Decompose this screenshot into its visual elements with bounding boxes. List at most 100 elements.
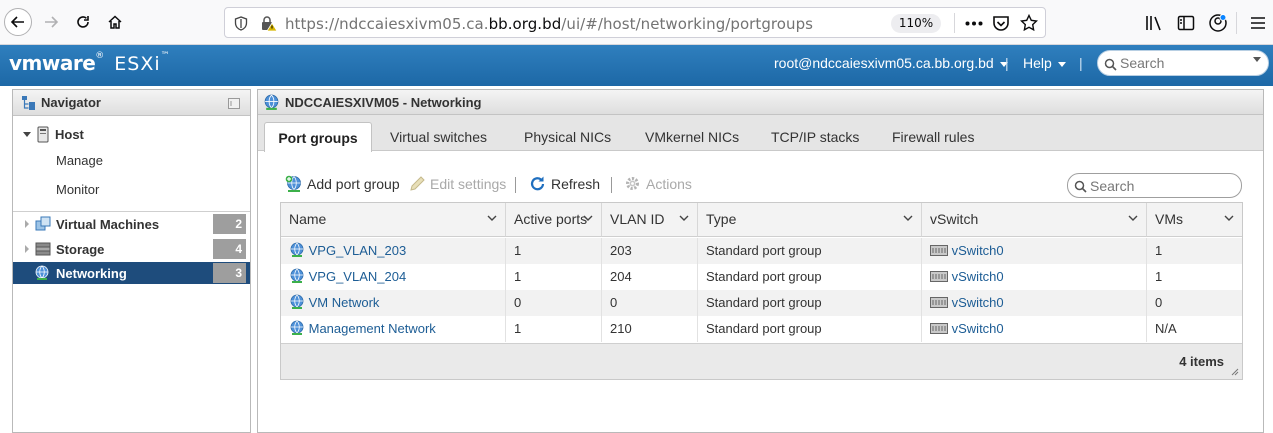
cell-name[interactable]: VPG_VLAN_204 bbox=[281, 264, 506, 290]
table-row[interactable]: VM Network 0 0 Standard port group vSwit… bbox=[281, 290, 1242, 316]
expand-caret-icon[interactable] bbox=[23, 132, 31, 137]
account-icon bbox=[1209, 14, 1227, 32]
table-row[interactable]: VPG_VLAN_204 1 204 Standard port group v… bbox=[281, 264, 1242, 290]
storage-icon bbox=[35, 242, 51, 256]
cell-vswitch[interactable]: vSwitch0 bbox=[922, 264, 1147, 290]
url-bar[interactable]: https://ndccaiesxivm05.ca.bb.org.bd/ui/#… bbox=[224, 7, 1046, 38]
chevron-down-icon bbox=[487, 215, 497, 221]
reload-icon bbox=[77, 16, 89, 28]
edit-settings-button[interactable]: Edit settings bbox=[409, 175, 506, 192]
nav-item-host[interactable]: Host bbox=[13, 123, 250, 145]
column-header-vswitch[interactable]: vSwitch bbox=[922, 203, 1147, 237]
column-header-name[interactable]: Name bbox=[281, 203, 506, 237]
vswitch-icon bbox=[930, 271, 948, 282]
port-group-link[interactable]: Management Network bbox=[309, 321, 436, 336]
column-header-type[interactable]: Type bbox=[698, 203, 922, 237]
cell-vswitch[interactable]: vSwitch0 bbox=[922, 238, 1147, 264]
home-button[interactable] bbox=[101, 8, 129, 36]
cell-vlan-id: 210 bbox=[602, 316, 698, 342]
vswitch-link[interactable]: vSwitch0 bbox=[952, 243, 1004, 258]
vswitch-link[interactable]: vSwitch0 bbox=[952, 295, 1004, 310]
refresh-button[interactable]: Refresh bbox=[529, 175, 600, 192]
port-group-link[interactable]: VM Network bbox=[309, 295, 380, 310]
cell-name[interactable]: Management Network bbox=[281, 316, 506, 342]
virtual-machine-icon bbox=[35, 216, 51, 231]
tab-physical-nics[interactable]: Physical NICs bbox=[524, 122, 611, 151]
nav-monitor-label: Monitor bbox=[56, 182, 100, 197]
back-button[interactable] bbox=[4, 8, 32, 36]
cell-vswitch[interactable]: vSwitch0 bbox=[922, 316, 1147, 342]
cell-vlan-id: 0 bbox=[602, 290, 698, 316]
resize-grip-icon[interactable] bbox=[1231, 368, 1239, 376]
search-icon bbox=[1074, 180, 1087, 193]
help-menu[interactable]: Help bbox=[1023, 55, 1066, 71]
vswitch-link[interactable]: vSwitch0 bbox=[952, 321, 1004, 336]
shield-icon bbox=[234, 16, 248, 31]
column-header-active-ports[interactable]: Active ports bbox=[506, 203, 602, 237]
actions-button[interactable]: Actions bbox=[624, 175, 692, 192]
table-row[interactable]: Management Network 1 210 Standard port g… bbox=[281, 316, 1242, 342]
table-footer: 4 items bbox=[281, 343, 1242, 379]
expand-caret-icon[interactable] bbox=[25, 245, 29, 253]
bookmark-star-icon[interactable] bbox=[1020, 14, 1038, 32]
table-row[interactable]: VPG_VLAN_203 1 203 Standard port group v… bbox=[281, 238, 1242, 264]
port-group-icon bbox=[290, 268, 304, 283]
tab-port-groups[interactable]: Port groups bbox=[264, 122, 372, 152]
tab-vmkernel-nics[interactable]: VMkernel NICs bbox=[645, 122, 739, 151]
reload-button[interactable] bbox=[69, 8, 97, 36]
nav-item-virtual-machines[interactable]: Virtual Machines 2 bbox=[13, 213, 250, 235]
port-group-icon bbox=[290, 320, 304, 335]
vswitch-link[interactable]: vSwitch0 bbox=[952, 269, 1004, 284]
pocket-icon[interactable] bbox=[992, 15, 1010, 32]
nav-item-monitor[interactable]: Monitor bbox=[13, 178, 250, 200]
nav-networking-count-badge: 3 bbox=[213, 263, 246, 283]
account-button[interactable] bbox=[1207, 12, 1229, 34]
search-icon bbox=[1104, 58, 1117, 71]
cell-vlan-id: 204 bbox=[602, 264, 698, 290]
sidebar-button[interactable] bbox=[1175, 12, 1197, 34]
expand-caret-icon[interactable] bbox=[25, 220, 29, 228]
user-menu[interactable]: root@ndccaiesxivm05.ca.bb.org.bd bbox=[774, 55, 1008, 71]
items-count: 4 items bbox=[1179, 354, 1224, 369]
more-icon[interactable] bbox=[965, 21, 983, 26]
header-search-input[interactable]: Search bbox=[1097, 50, 1269, 76]
nav-item-storage[interactable]: Storage 4 bbox=[13, 238, 250, 260]
refresh-label: Refresh bbox=[551, 175, 601, 192]
cell-vswitch[interactable]: vSwitch0 bbox=[922, 290, 1147, 316]
grid-search-placeholder: Search bbox=[1090, 178, 1135, 194]
collapse-panel-icon[interactable] bbox=[228, 98, 240, 109]
menu-button[interactable] bbox=[1247, 12, 1269, 34]
zoom-level[interactable]: 110% bbox=[891, 14, 941, 33]
home-icon bbox=[108, 15, 122, 29]
cell-name[interactable]: VM Network bbox=[281, 290, 506, 316]
cell-active-ports: 0 bbox=[506, 290, 602, 316]
nav-item-manage[interactable]: Manage bbox=[13, 149, 250, 171]
column-header-vlan-id[interactable]: VLAN ID bbox=[602, 203, 698, 237]
library-icon bbox=[1146, 16, 1161, 31]
library-button[interactable] bbox=[1143, 12, 1165, 34]
toolbar-separator bbox=[515, 177, 516, 193]
grid-search-input[interactable]: Search bbox=[1067, 173, 1242, 198]
vmware-esxi-logo: vmware® ESXi™ bbox=[9, 51, 170, 75]
urlbar-divider bbox=[954, 13, 955, 33]
cell-name[interactable]: VPG_VLAN_203 bbox=[281, 238, 506, 264]
actions-label: Actions bbox=[646, 175, 692, 192]
vswitch-icon bbox=[930, 297, 948, 308]
tab-virtual-switches[interactable]: Virtual switches bbox=[390, 122, 487, 151]
arrow-right-icon bbox=[45, 16, 59, 28]
page-title: NDCCAIESXIVM05 - Networking bbox=[285, 95, 482, 110]
tab-tcpip-stacks[interactable]: TCP/IP stacks bbox=[771, 122, 859, 151]
add-port-group-button[interactable]: Add port group bbox=[285, 175, 400, 193]
cell-active-ports: 1 bbox=[506, 238, 602, 264]
port-group-link[interactable]: VPG_VLAN_203 bbox=[309, 243, 407, 258]
port-group-link[interactable]: VPG_VLAN_204 bbox=[309, 269, 407, 284]
tab-firewall-rules[interactable]: Firewall rules bbox=[892, 122, 974, 151]
nav-divider bbox=[13, 211, 250, 212]
port-group-icon bbox=[290, 294, 304, 309]
nav-item-networking[interactable]: Networking 3 bbox=[13, 262, 250, 284]
forward-button[interactable] bbox=[37, 8, 65, 36]
header-separator: | bbox=[1005, 55, 1009, 71]
edit-settings-label: Edit settings bbox=[430, 175, 507, 192]
caret-down-icon[interactable] bbox=[1253, 57, 1261, 62]
column-header-vms[interactable]: VMs bbox=[1147, 203, 1242, 237]
